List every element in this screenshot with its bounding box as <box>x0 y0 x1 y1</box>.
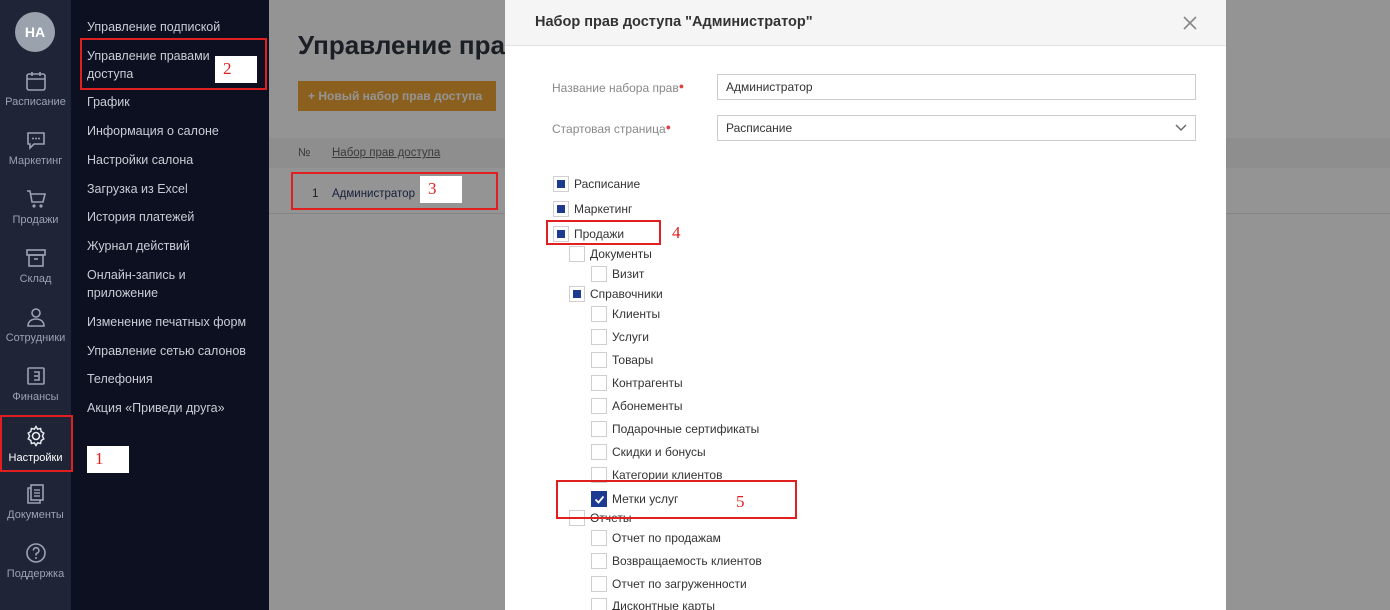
rail-label: Поддержка <box>6 568 65 580</box>
help-icon <box>25 543 46 563</box>
annotation-label-1: 1 <box>87 446 129 473</box>
rail-label: Маркетинг <box>8 155 63 167</box>
perm-documents[interactable]: Документы <box>569 245 652 263</box>
perm-schedule[interactable]: Расписание <box>553 175 640 193</box>
close-icon[interactable] <box>1181 14 1199 32</box>
perm-gift-certificates[interactable]: Подарочные сертификаты <box>591 420 759 438</box>
submenu-item-subscription[interactable]: Управление подпиской <box>87 18 259 36</box>
person-icon <box>26 308 45 327</box>
name-field[interactable] <box>717 74 1196 100</box>
modal-title: Набор прав доступа "Администратор" <box>535 14 813 30</box>
rail-item-staff[interactable]: Сотрудники <box>0 306 71 364</box>
wallet-icon <box>26 367 45 385</box>
checkbox[interactable] <box>553 176 569 192</box>
perm-client-return[interactable]: Возвращаемость клиентов <box>591 552 762 570</box>
checkbox[interactable] <box>591 553 607 569</box>
name-field-label: Название набора прав● <box>552 81 685 95</box>
annotation-box-3 <box>291 172 498 210</box>
start-page-label: Стартовая страница● <box>552 122 672 136</box>
start-page-select[interactable]: Расписание <box>717 115 1196 141</box>
perm-discount-cards[interactable]: Дисконтные карты <box>591 597 715 610</box>
annotation-box-4 <box>546 220 661 245</box>
annotation-label-4: 4 <box>672 223 681 242</box>
checkbox[interactable] <box>569 286 585 302</box>
submenu-item-telephony[interactable]: Телефония <box>87 370 259 388</box>
checkbox[interactable] <box>591 375 607 391</box>
rail-label: Расписание <box>5 96 66 108</box>
submenu-item-payment-history[interactable]: История платежей <box>87 208 259 226</box>
perm-clients[interactable]: Клиенты <box>591 305 660 323</box>
modal-header: Набор прав доступа "Администратор" <box>505 0 1226 46</box>
submenu-item-salon-network[interactable]: Управление сетью салонов <box>87 342 259 360</box>
start-page-value: Расписание <box>726 121 793 135</box>
checkbox[interactable] <box>591 576 607 592</box>
submenu-item-online-booking[interactable]: Онлайн-запись и приложение <box>87 266 217 302</box>
perm-discounts[interactable]: Скидки и бонусы <box>591 443 706 461</box>
submenu-item-schedule[interactable]: График <box>87 93 259 111</box>
checkbox[interactable] <box>591 306 607 322</box>
box-icon <box>25 249 46 267</box>
perm-marketing[interactable]: Маркетинг <box>553 200 632 218</box>
perm-services[interactable]: Услуги <box>591 328 649 346</box>
perm-subscriptions[interactable]: Абонементы <box>591 397 683 415</box>
checkbox[interactable] <box>591 352 607 368</box>
perm-visit[interactable]: Визит <box>591 265 644 283</box>
annotation-box-5 <box>556 480 797 519</box>
submenu-item-salon-info[interactable]: Информация о салоне <box>87 122 259 140</box>
perm-contractors[interactable]: Контрагенты <box>591 374 683 392</box>
annotation-label-5: 5 <box>736 492 745 511</box>
chevron-down-icon <box>1175 124 1187 131</box>
rail-item-documents[interactable]: Документы <box>0 483 71 541</box>
rail-label: Документы <box>7 509 64 521</box>
perm-goods[interactable]: Товары <box>591 351 653 369</box>
settings-submenu: Управление подпиской Управление правами … <box>71 0 269 610</box>
rail-label: Финансы <box>12 391 59 403</box>
avatar[interactable]: НА <box>15 12 55 52</box>
rail-label: Продажи <box>12 214 59 226</box>
checkbox[interactable] <box>591 329 607 345</box>
checkbox[interactable] <box>591 266 607 282</box>
checkbox[interactable] <box>591 444 607 460</box>
rail-item-schedule[interactable]: Расписание <box>0 70 71 128</box>
perm-sales-report[interactable]: Отчет по продажам <box>591 529 721 547</box>
rail-item-warehouse[interactable]: Склад <box>0 247 71 305</box>
cart-icon <box>26 190 46 208</box>
rail-item-marketing[interactable]: Маркетинг <box>0 129 71 187</box>
rail-item-support[interactable]: Поддержка <box>0 542 71 600</box>
annotation-label-2: 2 <box>215 56 257 83</box>
submenu-item-salon-settings[interactable]: Настройки салона <box>87 151 259 169</box>
submenu-item-referral[interactable]: Акция «Приведи друга» <box>87 399 259 417</box>
perm-directories[interactable]: Справочники <box>569 285 663 303</box>
rail-label: Склад <box>19 273 52 285</box>
perm-workload-report[interactable]: Отчет по загруженности <box>591 575 747 593</box>
calendar-icon <box>25 72 46 91</box>
chat-icon <box>26 132 45 150</box>
checkbox[interactable] <box>591 421 607 437</box>
submenu-item-activity-log[interactable]: Журнал действий <box>87 237 259 255</box>
submenu-item-excel-import[interactable]: Загрузка из Excel <box>87 180 259 198</box>
icon-rail: НА Расписание Маркетинг Продажи Склад Со… <box>0 0 71 610</box>
checkbox[interactable] <box>553 201 569 217</box>
documents-icon <box>26 484 44 504</box>
rail-label: Сотрудники <box>5 332 66 344</box>
rail-item-sales[interactable]: Продажи <box>0 188 71 246</box>
checkbox[interactable] <box>591 598 607 610</box>
annotation-label-3: 3 <box>420 176 462 203</box>
checkbox[interactable] <box>591 530 607 546</box>
submenu-item-print-forms[interactable]: Изменение печатных форм <box>87 313 259 331</box>
checkbox[interactable] <box>591 398 607 414</box>
annotation-box-1 <box>0 415 73 472</box>
checkbox[interactable] <box>569 246 585 262</box>
